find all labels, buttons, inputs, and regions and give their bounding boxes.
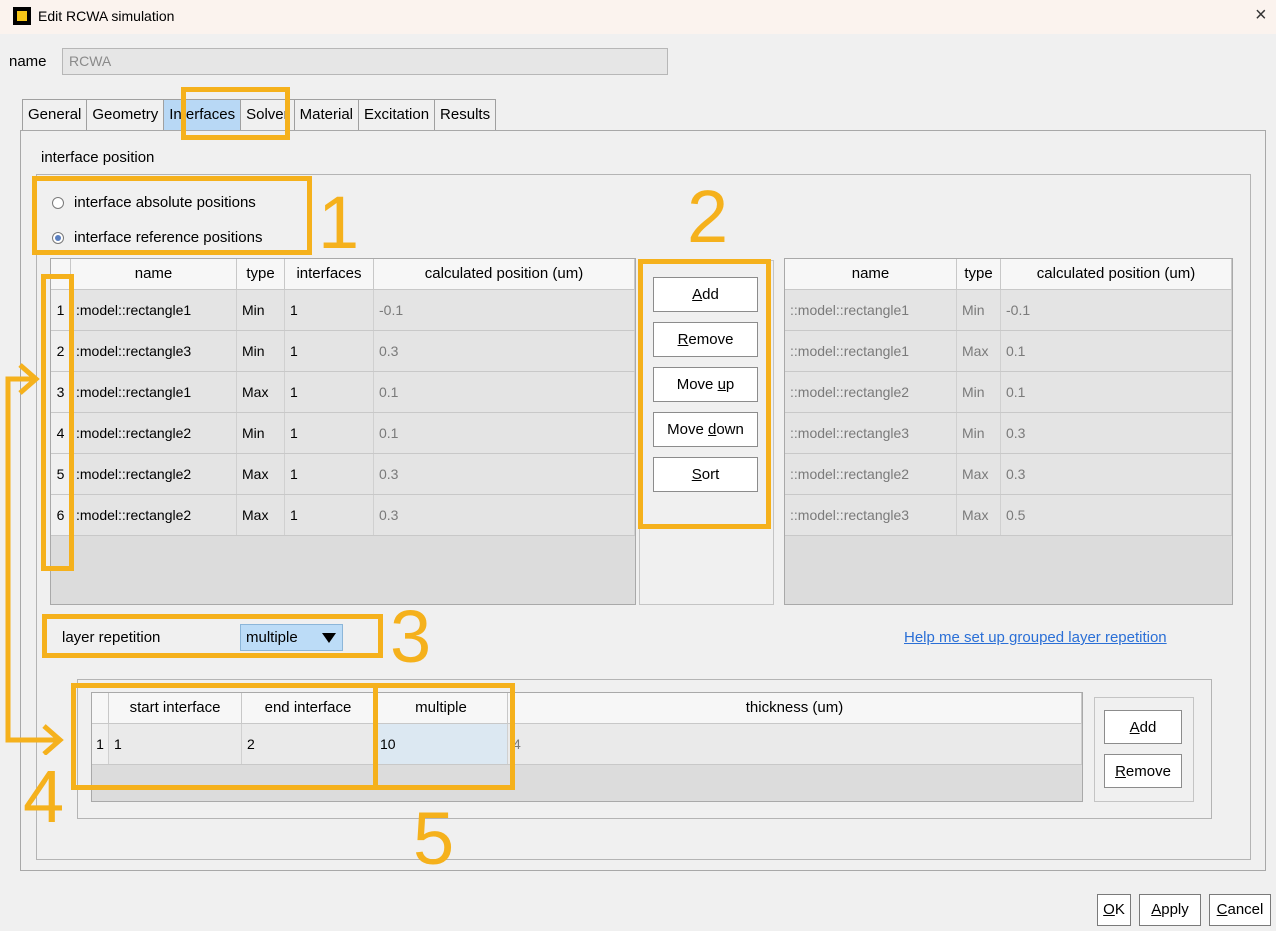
cell-name: ::model::rectangle3 <box>785 495 957 535</box>
cell-type[interactable]: Min <box>237 413 285 453</box>
cell-position: 0.3 <box>374 454 635 494</box>
cell-name: ::model::rectangle2 <box>785 454 957 494</box>
column-header[interactable]: type <box>237 259 285 289</box>
annotation-box-5 <box>373 683 515 790</box>
cell-position: 0.1 <box>1001 331 1232 371</box>
cell-interfaces[interactable]: 1 <box>285 290 374 330</box>
tab-excitation[interactable]: Excitation <box>358 99 436 130</box>
cell-thickness: 4 <box>508 724 1082 764</box>
column-header[interactable]: calculated position (um) <box>374 259 635 289</box>
annotation-label-2: 2 <box>687 175 729 258</box>
calculated-positions-table: name type calculated position (um) ::mod… <box>784 258 1233 605</box>
table-row[interactable]: 2 :model::rectangle3 Min 1 0.3 <box>51 331 635 372</box>
cell-interfaces[interactable]: 1 <box>285 454 374 494</box>
table-row: ::model::rectangle3 Min 0.3 <box>785 413 1232 454</box>
cell-name[interactable]: :model::rectangle2 <box>71 495 237 535</box>
cell-name[interactable]: :model::rectangle1 <box>71 290 237 330</box>
name-field[interactable]: RCWA <box>62 48 668 75</box>
cell-position: 0.3 <box>374 331 635 371</box>
table-row: ::model::rectangle1 Min -0.1 <box>785 290 1232 331</box>
cell-name[interactable]: :model::rectangle3 <box>71 331 237 371</box>
window-title: Edit RCWA simulation <box>38 8 175 24</box>
interfaces-table: name type interfaces calculated position… <box>50 258 636 605</box>
column-header[interactable]: calculated position (um) <box>1001 259 1232 289</box>
cell-position: 0.3 <box>1001 413 1232 453</box>
cell-position: 0.3 <box>1001 454 1232 494</box>
tab-material[interactable]: Material <box>293 99 359 130</box>
column-header[interactable]: name <box>785 259 957 289</box>
cell-type[interactable]: Max <box>237 454 285 494</box>
table-row: ::model::rectangle2 Max 0.3 <box>785 454 1232 495</box>
cell-name: ::model::rectangle1 <box>785 331 957 371</box>
annotation-box-2 <box>638 259 771 529</box>
annotation-label-1: 1 <box>318 181 360 264</box>
interface-position-heading: interface position <box>41 149 155 166</box>
close-icon[interactable]: × <box>1255 4 1267 27</box>
cell-name: ::model::rectangle3 <box>785 413 957 453</box>
cell-position: 0.5 <box>1001 495 1232 535</box>
table-row[interactable]: 6 :model::rectangle2 Max 1 0.3 <box>51 495 635 536</box>
cell-type[interactable]: Max <box>237 495 285 535</box>
cell-type: Min <box>957 413 1001 453</box>
annotation-box-tab <box>181 87 290 140</box>
cell-type: Min <box>957 290 1001 330</box>
cell-type[interactable]: Max <box>237 372 285 412</box>
cell-name[interactable]: :model::rectangle1 <box>71 372 237 412</box>
annotation-box-1 <box>32 176 312 255</box>
cell-type: Min <box>957 372 1001 412</box>
cell-name: ::model::rectangle1 <box>785 290 957 330</box>
tab-geometry[interactable]: Geometry <box>86 99 165 130</box>
table-row[interactable]: 3 :model::rectangle1 Max 1 0.1 <box>51 372 635 413</box>
cell-interfaces[interactable]: 1 <box>285 331 374 371</box>
cell-name[interactable]: :model::rectangle2 <box>71 454 237 494</box>
grouped-repetition-help-link[interactable]: Help me set up grouped layer repetition <box>904 629 1167 646</box>
cell-position: 0.3 <box>374 495 635 535</box>
table-header: name type calculated position (um) <box>785 259 1232 290</box>
column-header[interactable]: type <box>957 259 1001 289</box>
cell-type: Max <box>957 495 1001 535</box>
tab-results[interactable]: Results <box>434 99 497 130</box>
cell-position: 0.1 <box>374 413 635 453</box>
cell-position: 0.1 <box>374 372 635 412</box>
table-row: ::model::rectangle3 Max 0.5 <box>785 495 1232 536</box>
annotation-arrow-icon <box>5 363 64 755</box>
cell-position: 0.1 <box>1001 372 1232 412</box>
table-row[interactable]: 1 :model::rectangle1 Min 1 -0.1 <box>51 290 635 331</box>
cell-position: -0.1 <box>374 290 635 330</box>
tab-general[interactable]: General <box>22 99 88 130</box>
cell-name: ::model::rectangle2 <box>785 372 957 412</box>
add-repetition-button[interactable]: Add <box>1104 710 1182 744</box>
annotation-box-4 <box>71 683 378 790</box>
title-bar <box>0 0 1276 34</box>
cell-name[interactable]: :model::rectangle2 <box>71 413 237 453</box>
cell-type[interactable]: Min <box>237 290 285 330</box>
cell-interfaces[interactable]: 1 <box>285 413 374 453</box>
cell-type: Max <box>957 454 1001 494</box>
annotation-label-5: 5 <box>413 797 455 880</box>
app-icon <box>13 7 31 25</box>
cell-type[interactable]: Min <box>237 331 285 371</box>
cell-position: -0.1 <box>1001 290 1232 330</box>
table-row[interactable]: 5 :model::rectangle2 Max 1 0.3 <box>51 454 635 495</box>
annotation-label-3: 3 <box>390 595 432 678</box>
cell-interfaces[interactable]: 1 <box>285 495 374 535</box>
annotation-box-3 <box>42 614 383 658</box>
name-label: name <box>9 53 47 70</box>
cell-interfaces[interactable]: 1 <box>285 372 374 412</box>
cell-type: Max <box>957 331 1001 371</box>
column-header[interactable]: thickness (um) <box>508 693 1082 723</box>
annotation-label-4: 4 <box>23 755 65 838</box>
ok-button[interactable]: OK <box>1097 894 1131 926</box>
cancel-button[interactable]: Cancel <box>1209 894 1271 926</box>
table-row: ::model::rectangle1 Max 0.1 <box>785 331 1232 372</box>
apply-button[interactable]: Apply <box>1139 894 1201 926</box>
remove-repetition-button[interactable]: Remove <box>1104 754 1182 788</box>
column-header[interactable]: name <box>71 259 237 289</box>
table-row[interactable]: 4 :model::rectangle2 Min 1 0.1 <box>51 413 635 454</box>
table-row: ::model::rectangle2 Min 0.1 <box>785 372 1232 413</box>
